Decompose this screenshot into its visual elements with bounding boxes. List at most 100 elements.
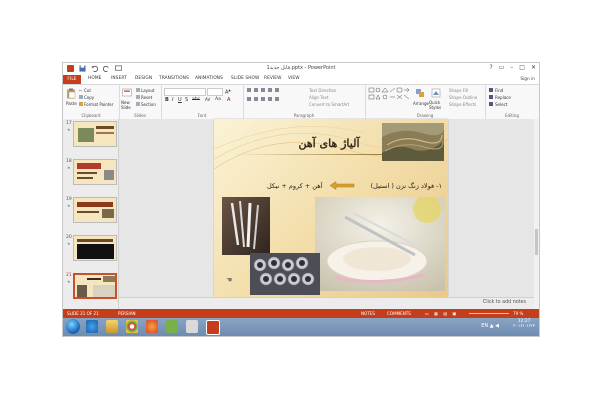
change-case-button[interactable]: Aa: [215, 97, 221, 102]
drawing-group-label: Drawing: [416, 113, 434, 118]
text-direction-button[interactable]: Text Direction: [309, 88, 336, 93]
replace-button[interactable]: Replace: [495, 95, 511, 100]
columns-icon[interactable]: [275, 97, 279, 101]
photo-viewer-icon[interactable]: [186, 320, 198, 333]
zoom-slider[interactable]: [469, 313, 509, 314]
font-color-button[interactable]: A: [227, 97, 230, 103]
shapes-gallery[interactable]: [368, 87, 412, 107]
powerpoint-taskbar-icon[interactable]: [206, 320, 220, 335]
section-button[interactable]: Section: [141, 102, 156, 107]
font-name-box[interactable]: [164, 88, 206, 96]
quick-styles-icon[interactable]: [431, 88, 441, 99]
ribbon-display-options-icon[interactable]: ▭: [499, 64, 505, 71]
decrease-indent-icon[interactable]: [261, 88, 265, 92]
justify-icon[interactable]: [268, 97, 272, 101]
animation-star-icon: ★: [67, 241, 71, 246]
left-arrow-shape[interactable]: [329, 181, 355, 190]
align-center-icon[interactable]: [254, 97, 258, 101]
tab-animations[interactable]: ANIMATIONS: [195, 76, 223, 81]
current-slide[interactable]: آلیاژ های آهن ۱- فولاد زنگ نزن ( استیل) …: [214, 119, 448, 297]
arrange-icon[interactable]: [415, 88, 425, 99]
file-explorer-icon[interactable]: [106, 320, 118, 333]
shape-fill-button[interactable]: Shape Fill: [449, 88, 468, 93]
arrange-button[interactable]: Arrange: [413, 101, 429, 106]
title-bar: فایل جدید1.pptx - PowerPoint ? ▭ – □ ✕: [63, 63, 539, 75]
increase-indent-icon[interactable]: [268, 88, 272, 92]
vertical-scrollbar[interactable]: [534, 119, 539, 309]
tab-slide-show[interactable]: SLIDE SHOW: [231, 76, 259, 81]
underline-button[interactable]: U: [178, 97, 182, 103]
zoom-level[interactable]: 79 %: [513, 311, 523, 316]
find-button[interactable]: Find: [495, 88, 503, 93]
reset-button[interactable]: Reset: [141, 95, 152, 100]
cut-button[interactable]: Cut: [84, 88, 91, 93]
view-buttons[interactable]: ▭ ▦ ▤ ▣: [425, 311, 458, 316]
reset-icon: [136, 95, 140, 99]
layout-button[interactable]: Layout: [141, 88, 155, 93]
bullets-icon[interactable]: [247, 88, 251, 92]
app-icon[interactable]: [166, 320, 178, 333]
char-spacing-button[interactable]: AV: [205, 97, 210, 102]
format-painter-button[interactable]: Format Painter: [84, 102, 113, 107]
tab-file[interactable]: FILE: [63, 75, 81, 84]
align-right-icon[interactable]: [261, 97, 265, 101]
help-button[interactable]: ?: [489, 64, 492, 71]
chrome-icon[interactable]: [126, 320, 138, 333]
paste-icon[interactable]: [66, 88, 76, 99]
select-button[interactable]: Select: [495, 102, 507, 107]
start-button[interactable]: [66, 319, 80, 334]
minimize-button[interactable]: –: [510, 64, 513, 71]
language-status[interactable]: PERSIAN: [118, 311, 136, 316]
comments-toggle[interactable]: COMMENTS: [387, 311, 411, 316]
copy-button[interactable]: Copy: [84, 95, 94, 100]
alloy-composition-text[interactable]: آهن + کروم + نیکل: [267, 182, 322, 190]
restore-button[interactable]: □: [519, 64, 525, 71]
firefox-icon[interactable]: [146, 320, 158, 333]
shape-effects-button[interactable]: Shape Effects: [449, 102, 476, 107]
slide-title[interactable]: آلیاژ های آهن: [274, 137, 384, 150]
align-text-button[interactable]: Align Text: [309, 95, 328, 100]
font-size-box[interactable]: [207, 88, 223, 96]
new-slide-button[interactable]: New Slide: [121, 100, 133, 110]
tab-home[interactable]: HOME: [88, 76, 101, 81]
paste-button[interactable]: Paste: [66, 101, 77, 106]
notes-placeholder[interactable]: Click to add notes: [483, 300, 526, 305]
close-button[interactable]: ✕: [531, 64, 536, 71]
notes-toggle[interactable]: NOTES: [361, 311, 375, 316]
window-controls: ? ▭ – □ ✕: [489, 64, 536, 71]
grow-font-icon[interactable]: A▲: [225, 88, 231, 96]
layout-icon: [136, 88, 140, 92]
tab-view[interactable]: VIEW: [288, 76, 300, 81]
slide-number: 19: [66, 197, 72, 202]
table-setting-photo[interactable]: [315, 197, 445, 291]
new-slide-icon[interactable]: [122, 88, 132, 99]
tab-design[interactable]: DESIGN: [135, 76, 152, 81]
tray-language[interactable]: EN: [481, 323, 488, 329]
convert-smartart-button[interactable]: Convert to SmartArt: [309, 102, 349, 107]
scrollbar-thumb[interactable]: [535, 229, 538, 255]
shape-outline-button[interactable]: Shape Outline: [449, 95, 477, 100]
steel-pipes-photo[interactable]: [250, 253, 320, 295]
clipboard-group: Paste ✂ Cut Copy Format Painter Clipboar…: [63, 85, 120, 119]
tab-insert[interactable]: INSERT: [111, 76, 127, 81]
bold-button[interactable]: B: [165, 97, 169, 103]
system-tray-icons[interactable]: EN ▲ ◀: [481, 323, 499, 329]
internet-explorer-icon[interactable]: [86, 320, 98, 333]
bullet-text[interactable]: ۱- فولاد زنگ نزن ( استیل): [371, 182, 442, 190]
line-spacing-icon[interactable]: [275, 88, 279, 92]
cutlery-photo[interactable]: [222, 197, 270, 255]
numbering-icon[interactable]: [254, 88, 258, 92]
tab-review[interactable]: REVIEW: [264, 76, 281, 81]
clock[interactable]: 12:27 ۲۰۱۶/۰۱/۲۳: [513, 319, 535, 329]
tab-transitions[interactable]: TRANSITIONS: [159, 76, 189, 81]
slide-number: 20: [66, 235, 72, 240]
italic-button[interactable]: I: [172, 97, 173, 103]
landscape-photo[interactable]: [382, 123, 444, 161]
align-left-icon[interactable]: [247, 97, 251, 101]
sign-in-link[interactable]: Sign in: [520, 77, 535, 82]
quick-styles-button[interactable]: Quick Styles: [429, 100, 443, 110]
strikethrough-button[interactable]: abc: [192, 97, 200, 102]
shadow-button[interactable]: S: [185, 97, 188, 103]
hand-pointer-icon[interactable]: ☚: [226, 276, 232, 284]
animation-star-icon: ★: [67, 127, 71, 132]
